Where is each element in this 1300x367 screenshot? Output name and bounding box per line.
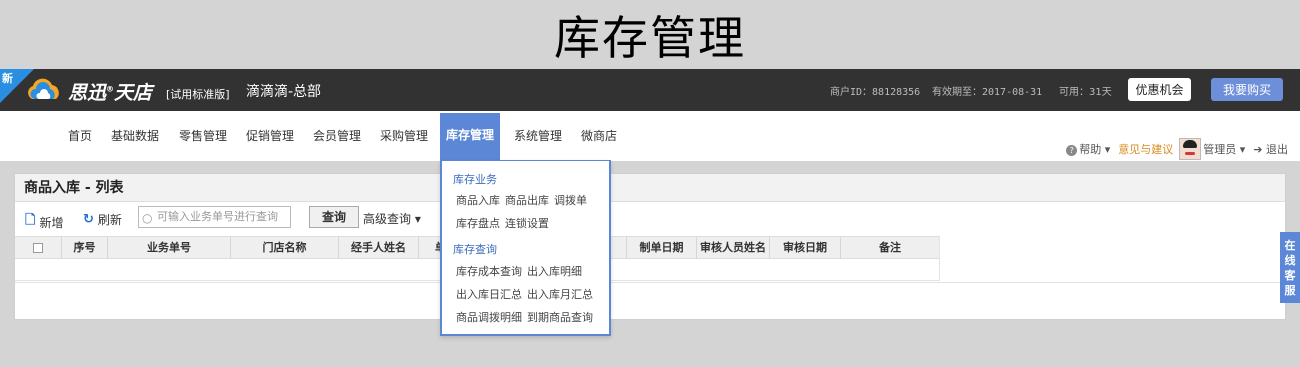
logout-icon: ➔ bbox=[1253, 143, 1263, 156]
top-bar: 新 思迅®天店 [试用标准版] 滴滴滴-总部 商户ID：88128356 有效期… bbox=[0, 69, 1300, 111]
col-create-date: 制单日期 bbox=[627, 237, 697, 258]
inventory-dropdown-menu: 库存业务 商品入库 商品出库 调拨单 库存盘点 连锁设置 库存查询 库存成本查询 出入库… bbox=[440, 160, 611, 336]
query-button[interactable]: 查询 bbox=[309, 206, 359, 228]
edition-tag: [试用标准版] bbox=[166, 88, 230, 101]
menu-item-goods-in[interactable]: 商品入库 bbox=[456, 194, 500, 207]
dropdown-row-3: 库存成本查询 出入库明细 bbox=[456, 263, 587, 279]
expire-date: 有效期至：2017-08-31 bbox=[932, 87, 1043, 98]
buy-button[interactable]: 我要购买 bbox=[1211, 78, 1283, 101]
help-link[interactable]: ? 帮助 ▾ bbox=[1066, 141, 1110, 157]
col-store-name: 门店名称 bbox=[231, 237, 339, 258]
add-icon: 🗋 bbox=[25, 213, 36, 228]
menu-item-stocktake[interactable]: 库存盘点 bbox=[456, 217, 500, 230]
menu-item-goods-out[interactable]: 商品出库 bbox=[505, 194, 549, 207]
menu-item-transfer[interactable]: 调拨单 bbox=[554, 194, 587, 207]
logout-link[interactable]: ➔ 退出 bbox=[1253, 141, 1288, 157]
col-audit-date: 审核日期 bbox=[770, 237, 841, 258]
nav-item-member[interactable]: 会员管理 bbox=[313, 111, 361, 161]
main-nav: 首页 基础数据 零售管理 促销管理 会员管理 采购管理 库存管理 系统管理 微商… bbox=[0, 111, 1300, 161]
dropdown-row-2: 库存盘点 连锁设置 bbox=[456, 215, 554, 231]
refresh-icon: ↻ bbox=[83, 212, 94, 227]
brand-name: 思迅®天店 bbox=[68, 82, 153, 104]
offer-button[interactable]: 优惠机会 bbox=[1128, 78, 1191, 101]
nav-item-retail[interactable]: 零售管理 bbox=[179, 111, 227, 161]
col-handler: 经手人姓名 bbox=[339, 237, 419, 258]
nav-item-basic-data[interactable]: 基础数据 bbox=[111, 111, 159, 161]
menu-item-monthly-summary[interactable]: 出入库月汇总 bbox=[527, 288, 593, 301]
table-footer-line bbox=[15, 282, 1285, 283]
list-panel: 商品入库 - 列表 🗋 新增 ↻ 刷新 ○ 可输入业务单号进行查询 查询 高级查询 … bbox=[14, 173, 1286, 320]
menu-item-chain-settings[interactable]: 连锁设置 bbox=[505, 217, 549, 230]
shop-name: 滴滴滴-总部 bbox=[246, 84, 322, 100]
side-char-2: 线 bbox=[1284, 253, 1296, 267]
user-area: ? 帮助 ▾ 意见与建议 管理员 ▾ ➔ 退出 bbox=[1066, 138, 1288, 160]
nav-item-purchase[interactable]: 采购管理 bbox=[380, 111, 428, 161]
help-icon: ? bbox=[1066, 145, 1078, 156]
nav-item-micro-store[interactable]: 微商店 bbox=[581, 111, 617, 161]
search-input[interactable]: ○ 可输入业务单号进行查询 bbox=[138, 206, 291, 228]
panel-title: 商品入库 - 列表 bbox=[15, 174, 1285, 202]
menu-item-expiry-query[interactable]: 到期商品查询 bbox=[527, 311, 593, 324]
page-heading: 库存管理 bbox=[554, 10, 746, 65]
nav-item-home[interactable]: 首页 bbox=[68, 111, 92, 161]
menu-item-io-detail[interactable]: 出入库明细 bbox=[527, 265, 582, 278]
menu-item-cost-query[interactable]: 库存成本查询 bbox=[456, 265, 522, 278]
dropdown-section-query: 库存查询 bbox=[453, 243, 497, 256]
new-badge: 新 bbox=[2, 72, 13, 85]
toolbar: 🗋 新增 ↻ 刷新 ○ 可输入业务单号进行查询 查询 高级查询 ▾ bbox=[15, 203, 1285, 235]
side-char-4: 服 bbox=[1284, 283, 1296, 297]
side-char-1: 在 bbox=[1284, 238, 1296, 252]
select-all-checkbox[interactable] bbox=[15, 237, 62, 258]
avatar[interactable] bbox=[1179, 138, 1202, 160]
col-remark: 备注 bbox=[879, 241, 901, 254]
menu-item-transfer-detail[interactable]: 商品调拨明细 bbox=[456, 311, 522, 324]
col-order-no: 业务单号 bbox=[108, 237, 231, 258]
online-service-button[interactable]: 在 线 客 服 bbox=[1280, 232, 1300, 303]
add-button[interactable]: 🗋 新增 bbox=[25, 211, 63, 233]
col-seq: 序号 bbox=[62, 237, 108, 258]
table-right-border bbox=[939, 236, 940, 281]
admin-menu[interactable]: 管理员 ▾ bbox=[1203, 141, 1245, 157]
dropdown-row-5: 商品调拨明细 到期商品查询 bbox=[456, 309, 598, 325]
nav-item-inventory[interactable]: 库存管理 bbox=[440, 113, 500, 161]
cloud-logo-icon bbox=[28, 78, 59, 99]
col-auditor: 审核人员姓名 bbox=[697, 237, 770, 258]
menu-item-daily-summary[interactable]: 出入库日汇总 bbox=[456, 288, 522, 301]
usable-days: 可用：31天 bbox=[1059, 87, 1112, 98]
nav-item-system[interactable]: 系统管理 bbox=[514, 111, 562, 161]
advanced-query-button[interactable]: 高级查询 ▾ bbox=[363, 210, 421, 227]
dropdown-section-business: 库存业务 bbox=[453, 173, 497, 186]
merchant-id: 商户ID：88128356 bbox=[830, 87, 921, 98]
refresh-button[interactable]: ↻ 刷新 bbox=[83, 211, 122, 228]
feedback-link[interactable]: 意见与建议 bbox=[1118, 141, 1173, 157]
dropdown-row-4: 出入库日汇总 出入库月汇总 bbox=[456, 286, 598, 302]
side-char-3: 客 bbox=[1284, 268, 1296, 282]
nav-item-promotion[interactable]: 促销管理 bbox=[246, 111, 294, 161]
search-icon: ○ bbox=[142, 211, 153, 225]
dropdown-row-1: 商品入库 商品出库 调拨单 bbox=[456, 192, 592, 208]
